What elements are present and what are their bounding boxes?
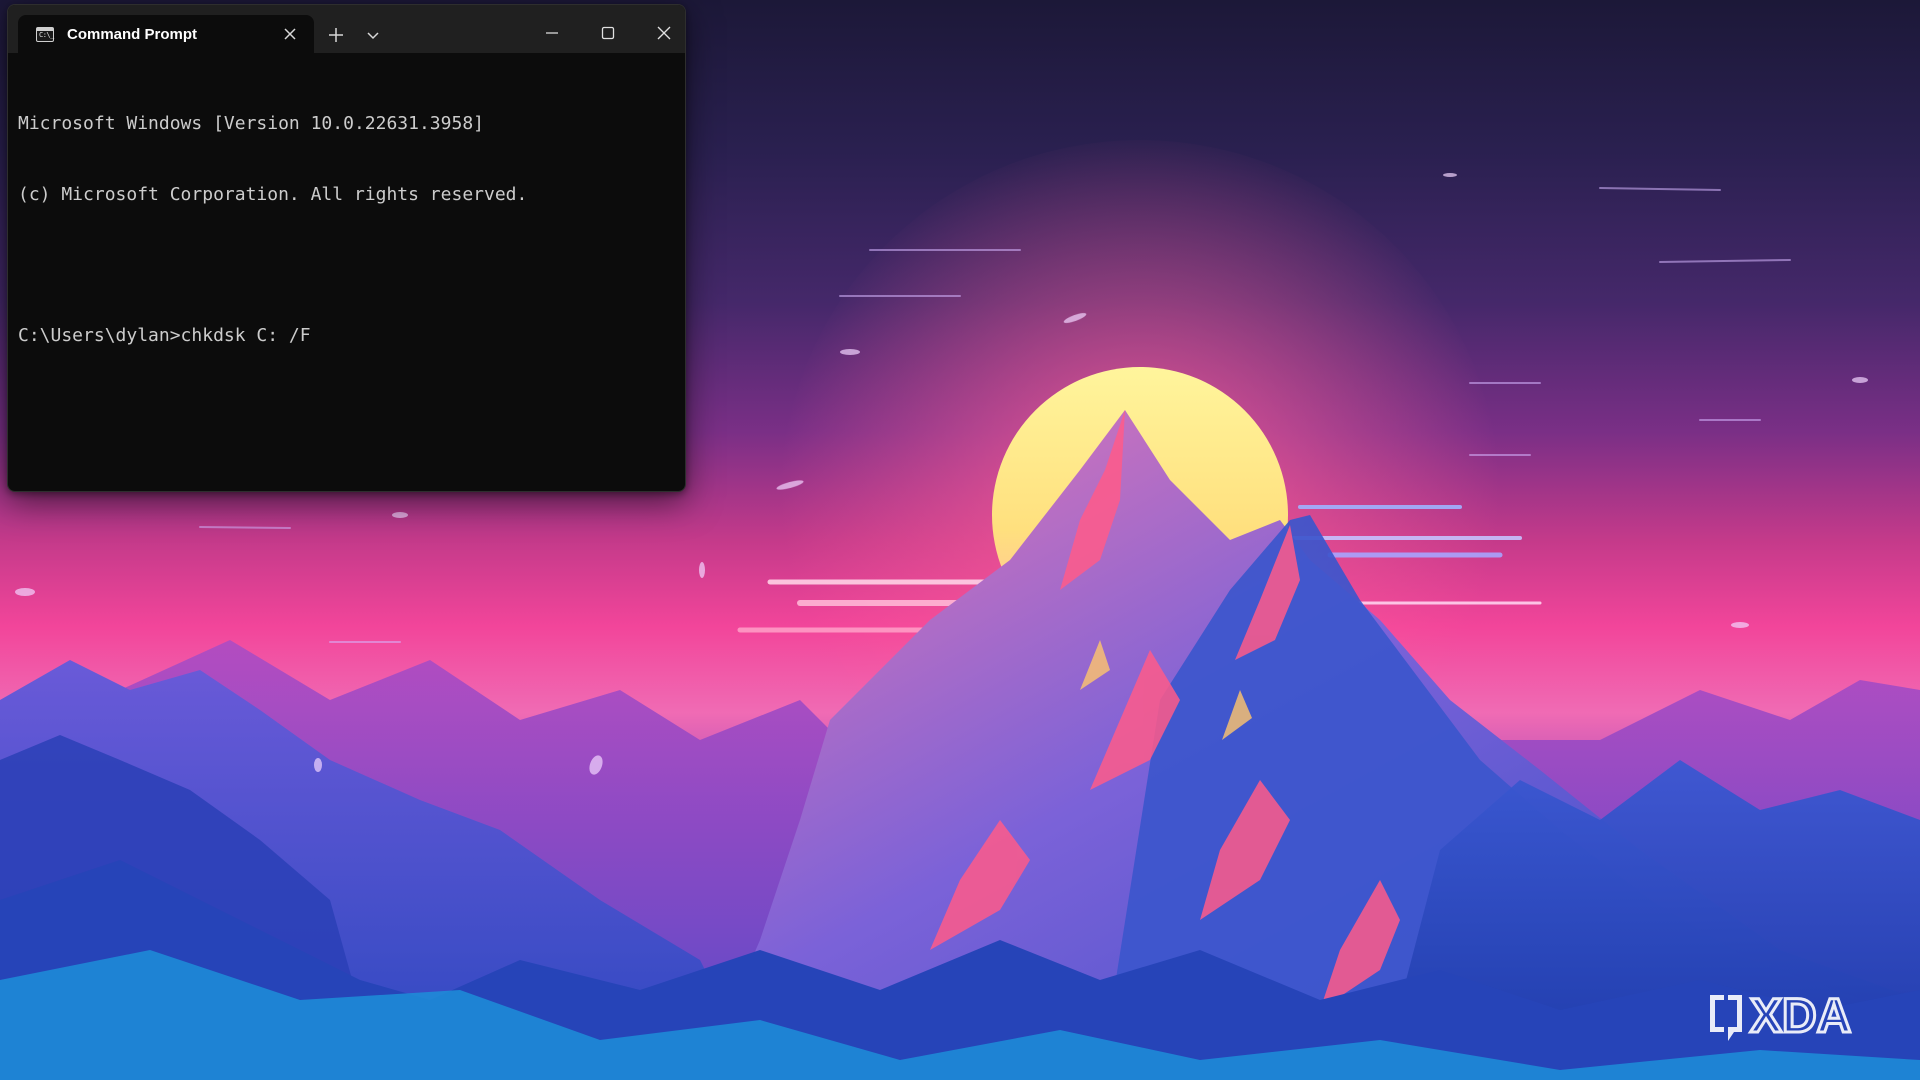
command-prompt-icon-glyph: C:\_ [39,31,54,39]
console-line-command: C:\Users\dylan>chkdsk C: /F [18,324,311,346]
tab-title: Command Prompt [67,26,198,43]
tab-close-icon[interactable] [280,24,300,44]
plus-icon[interactable] [326,25,346,45]
window-titlebar[interactable]: C:\_ Command Prompt [8,5,685,53]
console-line-blank [18,253,676,277]
command-prompt-icon: C:\_ [36,27,54,42]
console-output[interactable]: Microsoft Windows [Version 10.0.22631.39… [18,65,676,485]
minimize-icon[interactable] [533,19,571,47]
tab-command-prompt[interactable]: C:\_ Command Prompt [18,15,314,53]
console-line-copyright: (c) Microsoft Corporation. All rights re… [18,183,528,205]
console-line-version: Microsoft Windows [Version 10.0.22631.39… [18,113,484,134]
chevron-down-icon[interactable] [364,28,382,44]
command-prompt-window: C:\_ Command Prompt Microsoft Windows [V… [7,4,686,492]
xda-logo-icon: XDA [1710,989,1853,1045]
watermark-text: XDA [1750,990,1851,1043]
close-icon[interactable] [645,19,683,47]
maximize-icon[interactable] [589,19,627,47]
